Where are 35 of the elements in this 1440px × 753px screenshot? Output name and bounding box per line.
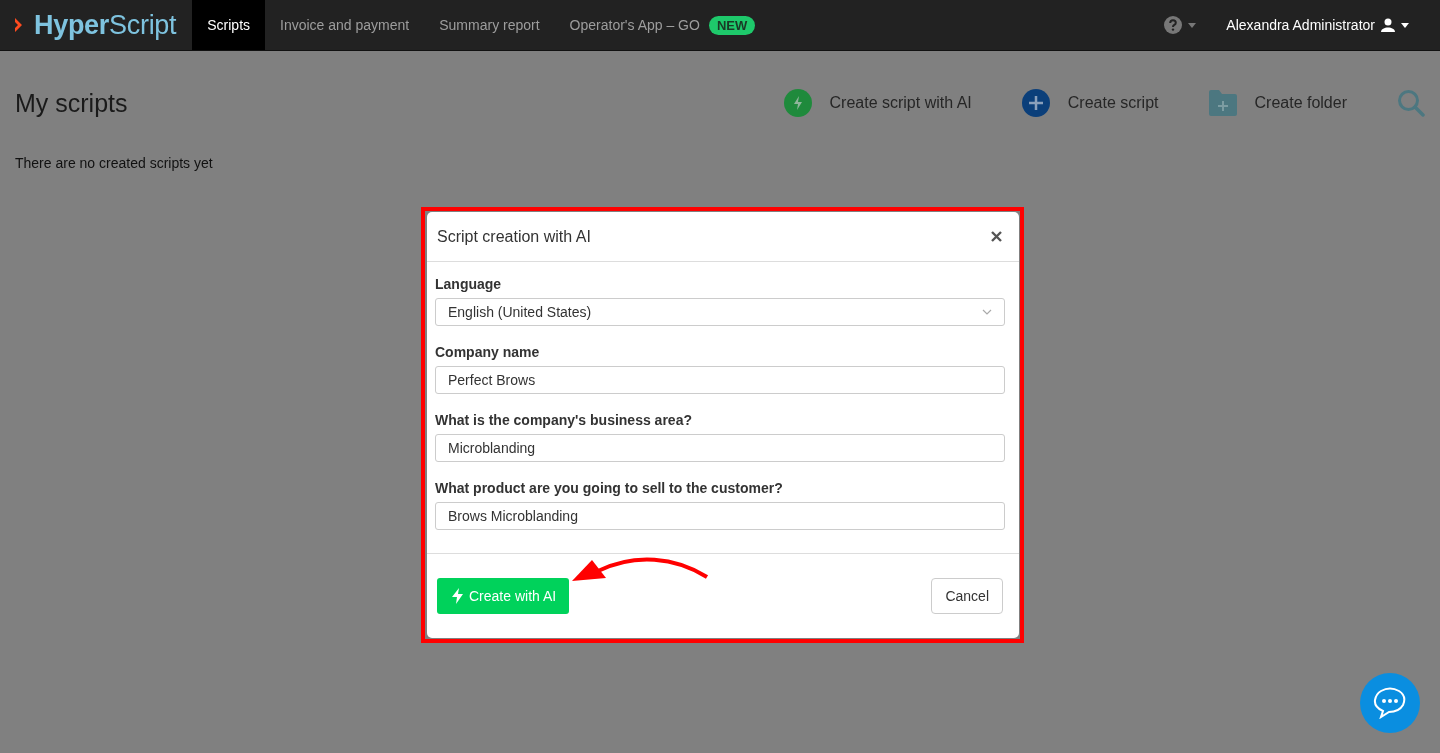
input-field[interactable]: Perfect Brows xyxy=(435,366,1005,394)
help-icon xyxy=(1164,16,1183,34)
lightning-icon xyxy=(783,89,812,117)
plus-icon xyxy=(1021,89,1050,117)
logo[interactable]: HyperScript xyxy=(0,0,193,50)
chat-button[interactable] xyxy=(1360,673,1420,733)
chat-bubble-icon xyxy=(1372,687,1408,719)
nav-tab[interactable]: Operator's App – GO NEW xyxy=(554,0,771,50)
field-label: What is the company's business area? xyxy=(435,412,693,428)
folder-add-icon xyxy=(1208,90,1237,116)
nav-tab[interactable]: Summary report xyxy=(424,0,555,50)
dialog-title: Script creation with AI xyxy=(437,227,591,246)
cancel-button[interactable]: Cancel xyxy=(931,578,1003,614)
empty-message: There are no created scripts yet xyxy=(15,155,214,171)
caret-icon xyxy=(1188,22,1197,28)
user-icon xyxy=(1381,18,1395,32)
input-field[interactable]: Microblanding xyxy=(435,434,1005,462)
input-field[interactable]: Brows Microblanding xyxy=(435,502,1005,530)
chevron-down-icon xyxy=(982,309,992,315)
user-menu[interactable]: Alexandra Administrator xyxy=(1226,0,1440,50)
nav-tab[interactable]: Invoice and payment xyxy=(265,0,425,50)
field-label: Company name xyxy=(435,344,541,360)
action-link[interactable]: Create script with AI xyxy=(783,89,972,117)
caret-icon xyxy=(1401,22,1409,28)
new-badge: NEW xyxy=(708,15,756,35)
action-link[interactable]: Create script xyxy=(1021,89,1159,117)
language-dropdown[interactable]: English (United States) xyxy=(435,298,1005,326)
field-label: What product are you going to sell to the customer? xyxy=(435,480,784,496)
close-icon[interactable] xyxy=(991,231,1002,242)
page-title: My scripts xyxy=(15,88,128,118)
logo-text: HyperScript xyxy=(34,9,177,41)
nav-tab[interactable]: Scripts xyxy=(192,0,266,50)
field-label: Language xyxy=(435,276,503,292)
lightning-icon xyxy=(452,588,463,604)
action-link[interactable]: Create folder xyxy=(1208,90,1347,116)
